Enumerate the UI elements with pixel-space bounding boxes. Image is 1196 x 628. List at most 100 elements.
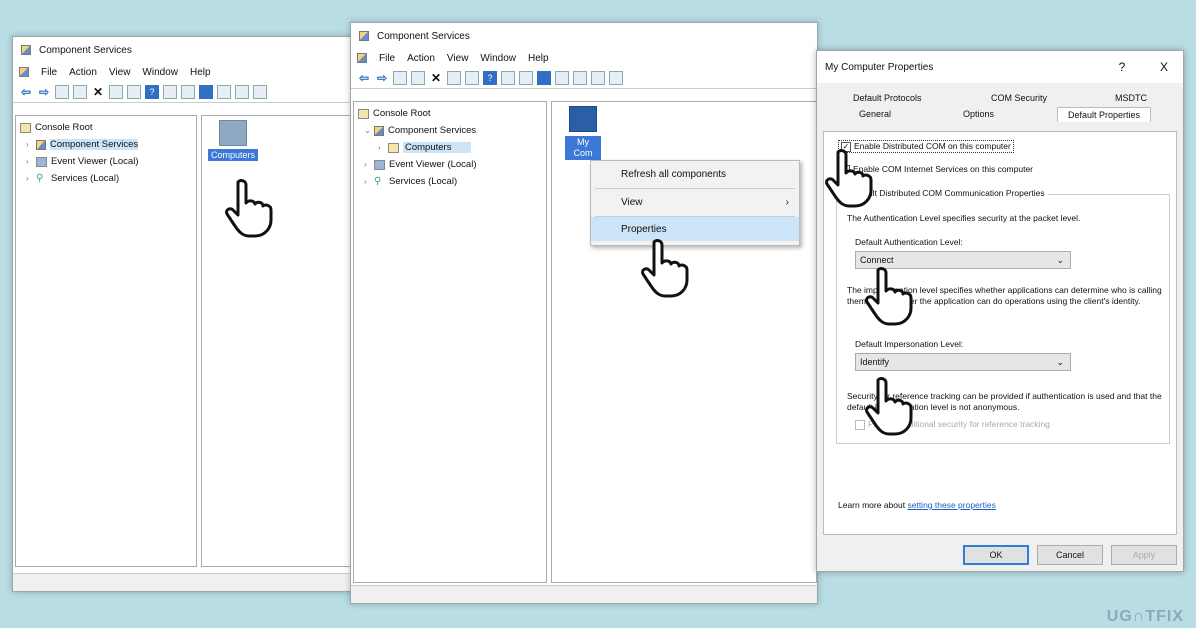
component-services-icon [36,139,46,150]
properties-icon[interactable] [109,84,123,99]
menu-item-refresh[interactable]: Refresh all components [591,161,799,188]
my-computer-item[interactable]: My Com [558,106,608,160]
auth-level-label: Default Authentication Level: [855,237,963,247]
help-icon[interactable]: ? [483,70,497,85]
properties-icon[interactable] [447,70,461,85]
tree-item-services[interactable]: › ⚲ Services (Local) [358,173,542,190]
window-title: Component Services [39,44,132,56]
chevron-right-icon[interactable]: › [26,157,36,166]
group-title: Default Distributed COM Communication Pr… [847,188,1048,198]
back-icon[interactable]: ⇦ [357,71,371,85]
large-icons-icon[interactable] [199,84,213,99]
tree-label: Console Root [35,122,93,133]
auth-level-value: Connect [860,255,894,265]
tree-item-computers[interactable]: › Computers [358,139,542,156]
back-icon[interactable]: ⇦ [19,85,33,99]
tab-general[interactable]: General [859,109,891,119]
tree-label: Event Viewer (Local) [389,159,477,170]
menu-window[interactable]: Window [480,53,516,64]
dialog-title-bar: My Computer Properties ? X [817,51,1183,83]
tree-item-component-services[interactable]: › Component Services [20,136,192,153]
new-icon[interactable] [519,70,533,85]
menu-file[interactable]: File [41,67,57,78]
tab-default-properties[interactable]: Default Properties [1057,107,1152,122]
delete-icon[interactable]: ✕ [429,71,443,85]
folder-icon [358,108,369,119]
list-icon[interactable] [235,84,249,99]
apply-button[interactable]: Apply [1111,545,1177,565]
forward-icon[interactable]: ⇨ [37,85,51,99]
component-services-window-2: Component Services File Action View Wind… [350,22,818,604]
chevron-right-icon: › [785,197,789,208]
menu-item-properties[interactable]: Properties [591,217,799,241]
tab-msdtc[interactable]: MSDTC [1115,93,1147,103]
tree-item-console-root[interactable]: Console Root [20,119,192,136]
tree-pane: Console Root › Component Services › Event … [15,115,197,567]
forward-icon[interactable]: ⇨ [375,71,389,85]
computers-item[interactable]: Computers [208,120,259,161]
close-button[interactable]: X [1149,51,1179,83]
delete-icon[interactable]: ✕ [91,85,105,99]
menu-item-view[interactable]: View › [591,189,799,216]
view-icon[interactable] [501,70,515,85]
menu-view[interactable]: View [447,53,469,64]
tree-item-event-viewer[interactable]: › Event Viewer (Local) [358,156,542,173]
tab-default-protocols[interactable]: Default Protocols [853,93,922,103]
tab-com-security[interactable]: COM Security [991,93,1047,103]
show-tree-icon[interactable] [411,70,425,85]
folder-icon[interactable] [55,84,69,99]
new-icon[interactable] [181,84,195,99]
folder-icon[interactable] [393,70,407,85]
chevron-right-icon[interactable]: › [26,174,36,183]
chevron-right-icon[interactable]: › [26,140,36,149]
details-icon[interactable] [591,70,605,85]
menu-view[interactable]: View [109,67,131,78]
export-icon[interactable] [465,70,479,85]
small-icons-icon[interactable] [217,84,231,99]
learn-more-link[interactable]: setting these properties [907,500,995,510]
tree-item-event-viewer[interactable]: › Event Viewer (Local) [20,153,192,170]
menu-file[interactable]: File [379,53,395,64]
menu-action[interactable]: Action [69,67,97,78]
pointer-hand-icon [865,377,913,436]
help-button[interactable]: ? [1107,51,1137,83]
help-icon[interactable]: ? [145,84,159,99]
computers-folder-icon [388,142,399,153]
dialog-title: My Computer Properties [825,61,934,73]
learn-more: Learn more about setting these propertie… [838,500,996,510]
export-icon[interactable] [127,84,141,99]
toolbar: ⇦ ⇨ ✕ ? [351,67,817,89]
menu-app-icon[interactable] [19,67,29,77]
menu-help[interactable]: Help [528,53,549,64]
label-line-1: My [577,137,589,147]
component-services-window-1: Component Services File Action View Wind… [12,36,364,592]
tree-pane: Console Root ⌄ Component Services › Comput… [353,101,547,583]
window-title: Component Services [377,30,470,42]
label-line-2: Com [573,148,593,158]
enable-cis-label: Enable COM Internet Services on this com… [853,164,1033,174]
status-view-icon[interactable] [609,70,623,85]
ok-button[interactable]: OK [963,545,1029,565]
details-icon[interactable] [253,84,267,99]
menu-action[interactable]: Action [407,53,435,64]
tree-item-services[interactable]: › ⚲ Services (Local) [20,170,192,187]
chevron-right-icon[interactable]: › [378,143,388,152]
impersonation-level-select[interactable]: Identify ⌄ [855,353,1071,371]
small-icons-icon[interactable] [555,70,569,85]
default-properties-panel: ✓ Enable Distributed COM on this computer… [823,131,1177,535]
show-tree-icon[interactable] [73,84,87,99]
tree-item-console-root[interactable]: Console Root [358,105,542,122]
menu-window[interactable]: Window [142,67,178,78]
chevron-right-icon[interactable]: › [364,177,374,186]
chevron-down-icon[interactable]: ⌄ [364,126,374,135]
chevron-right-icon[interactable]: › [364,160,374,169]
tree-item-component-services[interactable]: ⌄ Component Services [358,122,542,139]
menu-help[interactable]: Help [190,67,211,78]
my-computer-label: My Com [565,136,601,160]
view-icon[interactable] [163,84,177,99]
list-icon[interactable] [573,70,587,85]
menu-app-icon[interactable] [357,53,367,63]
cancel-button[interactable]: Cancel [1037,545,1103,565]
large-icons-icon[interactable] [537,70,551,85]
tab-options[interactable]: Options [963,109,994,119]
